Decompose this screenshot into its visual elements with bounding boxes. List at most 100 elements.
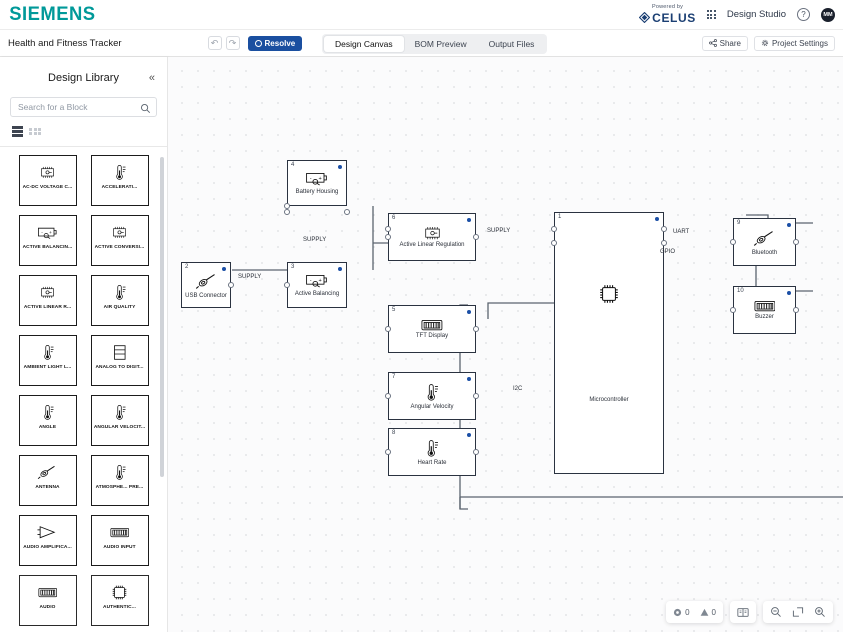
block-status-dot-icon <box>338 165 342 169</box>
connection-port[interactable] <box>284 209 290 215</box>
search-input[interactable] <box>10 97 157 117</box>
celus-diamond-icon <box>639 12 651 24</box>
design-canvas[interactable]: 1 Microcontroller 2 USB Connector 3 - + … <box>168 57 843 632</box>
connection-port[interactable] <box>661 226 667 232</box>
search-icon[interactable] <box>140 101 151 119</box>
canvas-block-microcontroller[interactable]: 1 Microcontroller <box>554 212 664 474</box>
tab-bom-preview[interactable]: BOM Preview <box>404 36 478 52</box>
block-status-dot-icon <box>787 223 791 227</box>
library-block-card[interactable]: AUTHENTIC... <box>90 574 149 626</box>
library-scrollbar[interactable] <box>160 156 164 477</box>
connection-port[interactable] <box>385 226 391 232</box>
redo-arrow-icon[interactable]: ↷ <box>225 36 240 50</box>
battery-icon: - + <box>305 171 329 186</box>
connection-port[interactable] <box>551 226 557 232</box>
search-wrapper <box>10 97 157 117</box>
view-tabs: Design Canvas BOM Preview Output Files <box>322 34 548 54</box>
block-label: Microcontroller <box>589 397 629 403</box>
error-count-item[interactable]: 0 <box>673 608 690 617</box>
library-block-card[interactable]: AC-DC VOLTAGE C... <box>18 154 77 206</box>
library-block-card[interactable]: AUDIO INPUT <box>90 514 149 566</box>
library-block-card[interactable]: AIR QUALITY <box>90 274 149 326</box>
connection-port[interactable] <box>284 203 290 209</box>
help-icon[interactable]: ? <box>797 8 810 21</box>
project-settings-button[interactable]: Project Settings <box>753 35 835 51</box>
block-status-dot-icon <box>467 377 471 381</box>
ic-chip-icon <box>39 282 56 304</box>
share-button[interactable]: Share <box>701 35 748 51</box>
library-block-label: ANGLE <box>38 424 57 430</box>
library-block-label: AUDIO INPUT <box>103 544 136 550</box>
list-view-icon[interactable] <box>12 126 23 137</box>
connection-port[interactable] <box>385 449 391 455</box>
share-nodes-icon <box>708 39 717 47</box>
design-studio-label[interactable]: Design Studio <box>727 9 786 20</box>
battery-icon: - + <box>37 222 58 244</box>
avatar[interactable]: MM <box>821 7 835 22</box>
canvas-block-active-linear-regulation[interactable]: 6 Active Linear Regulation <box>388 213 476 261</box>
canvas-block-heart-rate[interactable]: 8 Heart Rate <box>388 428 476 476</box>
library-block-card[interactable]: AMBIENT LIGHT L... <box>18 334 77 386</box>
library-block-card[interactable]: ACTIVE CONVERSI... <box>90 214 149 266</box>
tab-output-files[interactable]: Output Files <box>478 36 546 52</box>
connection-port[interactable] <box>730 239 736 245</box>
library-block-card[interactable]: - + ACTIVE BALANCIN... <box>18 214 77 266</box>
canvas-block-angular-velocity[interactable]: 7 Angular Velocity <box>388 372 476 420</box>
connector-icon <box>754 300 776 312</box>
wire-label: SUPPLY <box>303 237 327 243</box>
library-block-card[interactable]: ACCELERATI... <box>90 154 149 206</box>
connection-port[interactable] <box>793 307 799 313</box>
connection-port[interactable] <box>473 449 479 455</box>
connection-port[interactable] <box>284 282 290 288</box>
connection-port[interactable] <box>228 282 234 288</box>
library-block-card[interactable]: ACTIVE LINEAR R... <box>18 274 77 326</box>
connection-port[interactable] <box>385 393 391 399</box>
zoom-out-icon[interactable] <box>770 606 782 618</box>
library-block-card[interactable]: AUDIO <box>18 574 77 626</box>
book-layout-icon[interactable] <box>737 607 749 618</box>
connection-port[interactable] <box>551 240 557 246</box>
app-switcher-icon[interactable] <box>706 10 716 19</box>
canvas-block-battery-housing[interactable]: 4 - + Battery Housing <box>287 160 347 206</box>
library-block-card[interactable]: ANGLE <box>18 394 77 446</box>
library-block-card[interactable]: ATMOSPHE... PRE... <box>90 454 149 506</box>
connection-port[interactable] <box>793 239 799 245</box>
design-library-sidebar: Design Library « Search for a Block AC-D… <box>0 57 168 632</box>
antenna-icon <box>37 462 57 484</box>
connection-port[interactable] <box>661 240 667 246</box>
canvas-block-buzzer[interactable]: 10 Buzzer <box>733 286 796 334</box>
resolve-button[interactable]: Resolve <box>247 35 303 51</box>
library-block-card[interactable]: ANGULAR VELOCIT... <box>90 394 149 446</box>
connection-port[interactable] <box>730 307 736 313</box>
chevron-double-left-icon[interactable]: « <box>149 72 155 84</box>
connection-port[interactable] <box>344 209 350 215</box>
grid-view-icon[interactable] <box>29 127 41 135</box>
library-block-label: ACCELERATI... <box>101 184 138 190</box>
canvas-block-bluetooth[interactable]: 9 Bluetooth <box>733 218 796 266</box>
library-block-card[interactable]: ANTENNA <box>18 454 77 506</box>
connection-port[interactable] <box>385 234 391 240</box>
tab-design-canvas[interactable]: Design Canvas <box>324 36 404 52</box>
connection-port[interactable] <box>473 234 479 240</box>
block-label: TFT Display <box>415 333 449 340</box>
block-label: Heart Rate <box>417 459 447 466</box>
connection-port[interactable] <box>385 326 391 332</box>
warning-count-item[interactable]: 0 <box>700 608 716 617</box>
undo-arrow-icon[interactable]: ↶ <box>207 36 222 50</box>
svg-text:+: + <box>319 278 322 284</box>
library-block-card[interactable]: ANALOG TO DIGIT... <box>90 334 149 386</box>
svg-text:-: - <box>41 230 43 235</box>
canvas-block-usb-connector[interactable]: 2 USB Connector <box>181 262 231 308</box>
library-block-card[interactable]: AUDIO AMPLIFICA... <box>18 514 77 566</box>
library-block-list[interactable]: AC-DC VOLTAGE C... ACCELERATI... - + ACT… <box>0 147 167 632</box>
connection-port[interactable] <box>473 326 479 332</box>
toolbar-right-group: Share Project Settings <box>701 35 843 51</box>
block-label: Buzzer <box>755 314 774 321</box>
connection-port[interactable] <box>473 393 479 399</box>
zoom-in-icon[interactable] <box>814 606 826 618</box>
layout-group <box>730 601 756 623</box>
connection-wires <box>232 206 843 510</box>
fit-to-screen-icon[interactable] <box>792 606 804 618</box>
canvas-block-tft-display[interactable]: 5 TFT Display <box>388 305 476 353</box>
canvas-block-active-balancing[interactable]: 3 - + Active Balancing <box>287 262 347 308</box>
